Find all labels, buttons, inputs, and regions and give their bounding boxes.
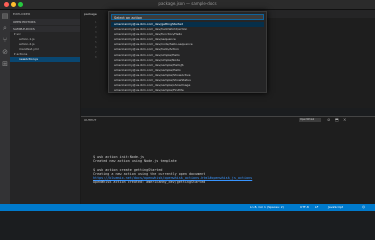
output-text: $ wsk action init:Node.js Created new act… bbox=[93, 155, 252, 184]
line-number: 1 bbox=[95, 21, 97, 24]
encoding-indicator[interactable]: UTF-8 bbox=[300, 204, 309, 211]
panel-title[interactable]: OUTPUT bbox=[84, 118, 96, 122]
search-icon[interactable]: ⌕ bbox=[1, 24, 9, 32]
activity-bar: ▤ ⌕ ⑂ ⊘ ⊞ bbox=[0, 10, 10, 204]
tree-item[interactable]: newAction.js bbox=[10, 57, 80, 62]
explorer-header: EXPLORER bbox=[13, 12, 31, 16]
line-number: 8 bbox=[95, 56, 97, 59]
cursor-position[interactable]: Ln 8, Col 1 (Spaces: 2) bbox=[250, 204, 284, 211]
quick-pick-input[interactable]: Select an action bbox=[111, 14, 264, 20]
git-icon[interactable]: ⑂ bbox=[1, 36, 9, 44]
feedback-icon[interactable]: ☺ bbox=[362, 204, 365, 211]
line-number: 3 bbox=[95, 31, 97, 34]
window-title: package.json — sample-docs bbox=[158, 1, 217, 6]
title-bar: package.json — sample-docs bbox=[0, 0, 375, 10]
explorer-icon[interactable]: ▤ bbox=[1, 12, 9, 20]
quick-pick-option[interactable]: americanmy@us.ibm.com_dev/sample/FindMe bbox=[111, 88, 264, 93]
maximize-panel-icon[interactable]: ⬒ bbox=[335, 117, 339, 122]
line-number: 2 bbox=[95, 26, 97, 29]
output-line: OpenWhisk action created: americanmy_dev… bbox=[93, 180, 206, 185]
status-bar: Ln 8, Col 1 (Spaces: 2) UTF-8 LF JavaScr… bbox=[0, 204, 375, 211]
line-number: 5 bbox=[95, 41, 97, 44]
debug-icon[interactable]: ⊘ bbox=[1, 48, 9, 56]
open-editors-section[interactable]: OPEN EDITORS bbox=[10, 19, 80, 25]
line-number: 7 bbox=[95, 51, 97, 54]
output-channel-select[interactable]: OpenWhisk bbox=[299, 118, 321, 122]
file-tree: ▾ src action-1.js action-2.js manifest.yml ▾… bbox=[10, 32, 80, 62]
line-number: 6 bbox=[95, 46, 97, 49]
tab-package[interactable]: package bbox=[81, 10, 109, 18]
close-panel-icon[interactable]: × bbox=[343, 117, 346, 122]
quick-pick-list: americanmy@us.ibm.com_dev/gettingStarted… bbox=[111, 22, 264, 93]
output-panel: OUTPUT OpenWhisk ⊘ ⬒ × $ wsk action init… bbox=[81, 116, 375, 205]
panel-header: OUTPUT OpenWhisk ⊘ ⬒ × bbox=[81, 117, 375, 123]
clear-output-icon[interactable]: ⊘ bbox=[327, 117, 330, 122]
line-number: 4 bbox=[95, 36, 97, 39]
language-indicator[interactable]: JavaScript bbox=[328, 204, 343, 211]
explorer-sidebar: EXPLORER OPEN EDITORS SAMPLE-DOCS ▾ src a… bbox=[10, 10, 81, 204]
quick-pick: Select an action americanmy@us.ibm.com_d… bbox=[108, 11, 267, 93]
extensions-icon[interactable]: ⊞ bbox=[1, 60, 9, 68]
eol-indicator[interactable]: LF bbox=[315, 204, 318, 211]
